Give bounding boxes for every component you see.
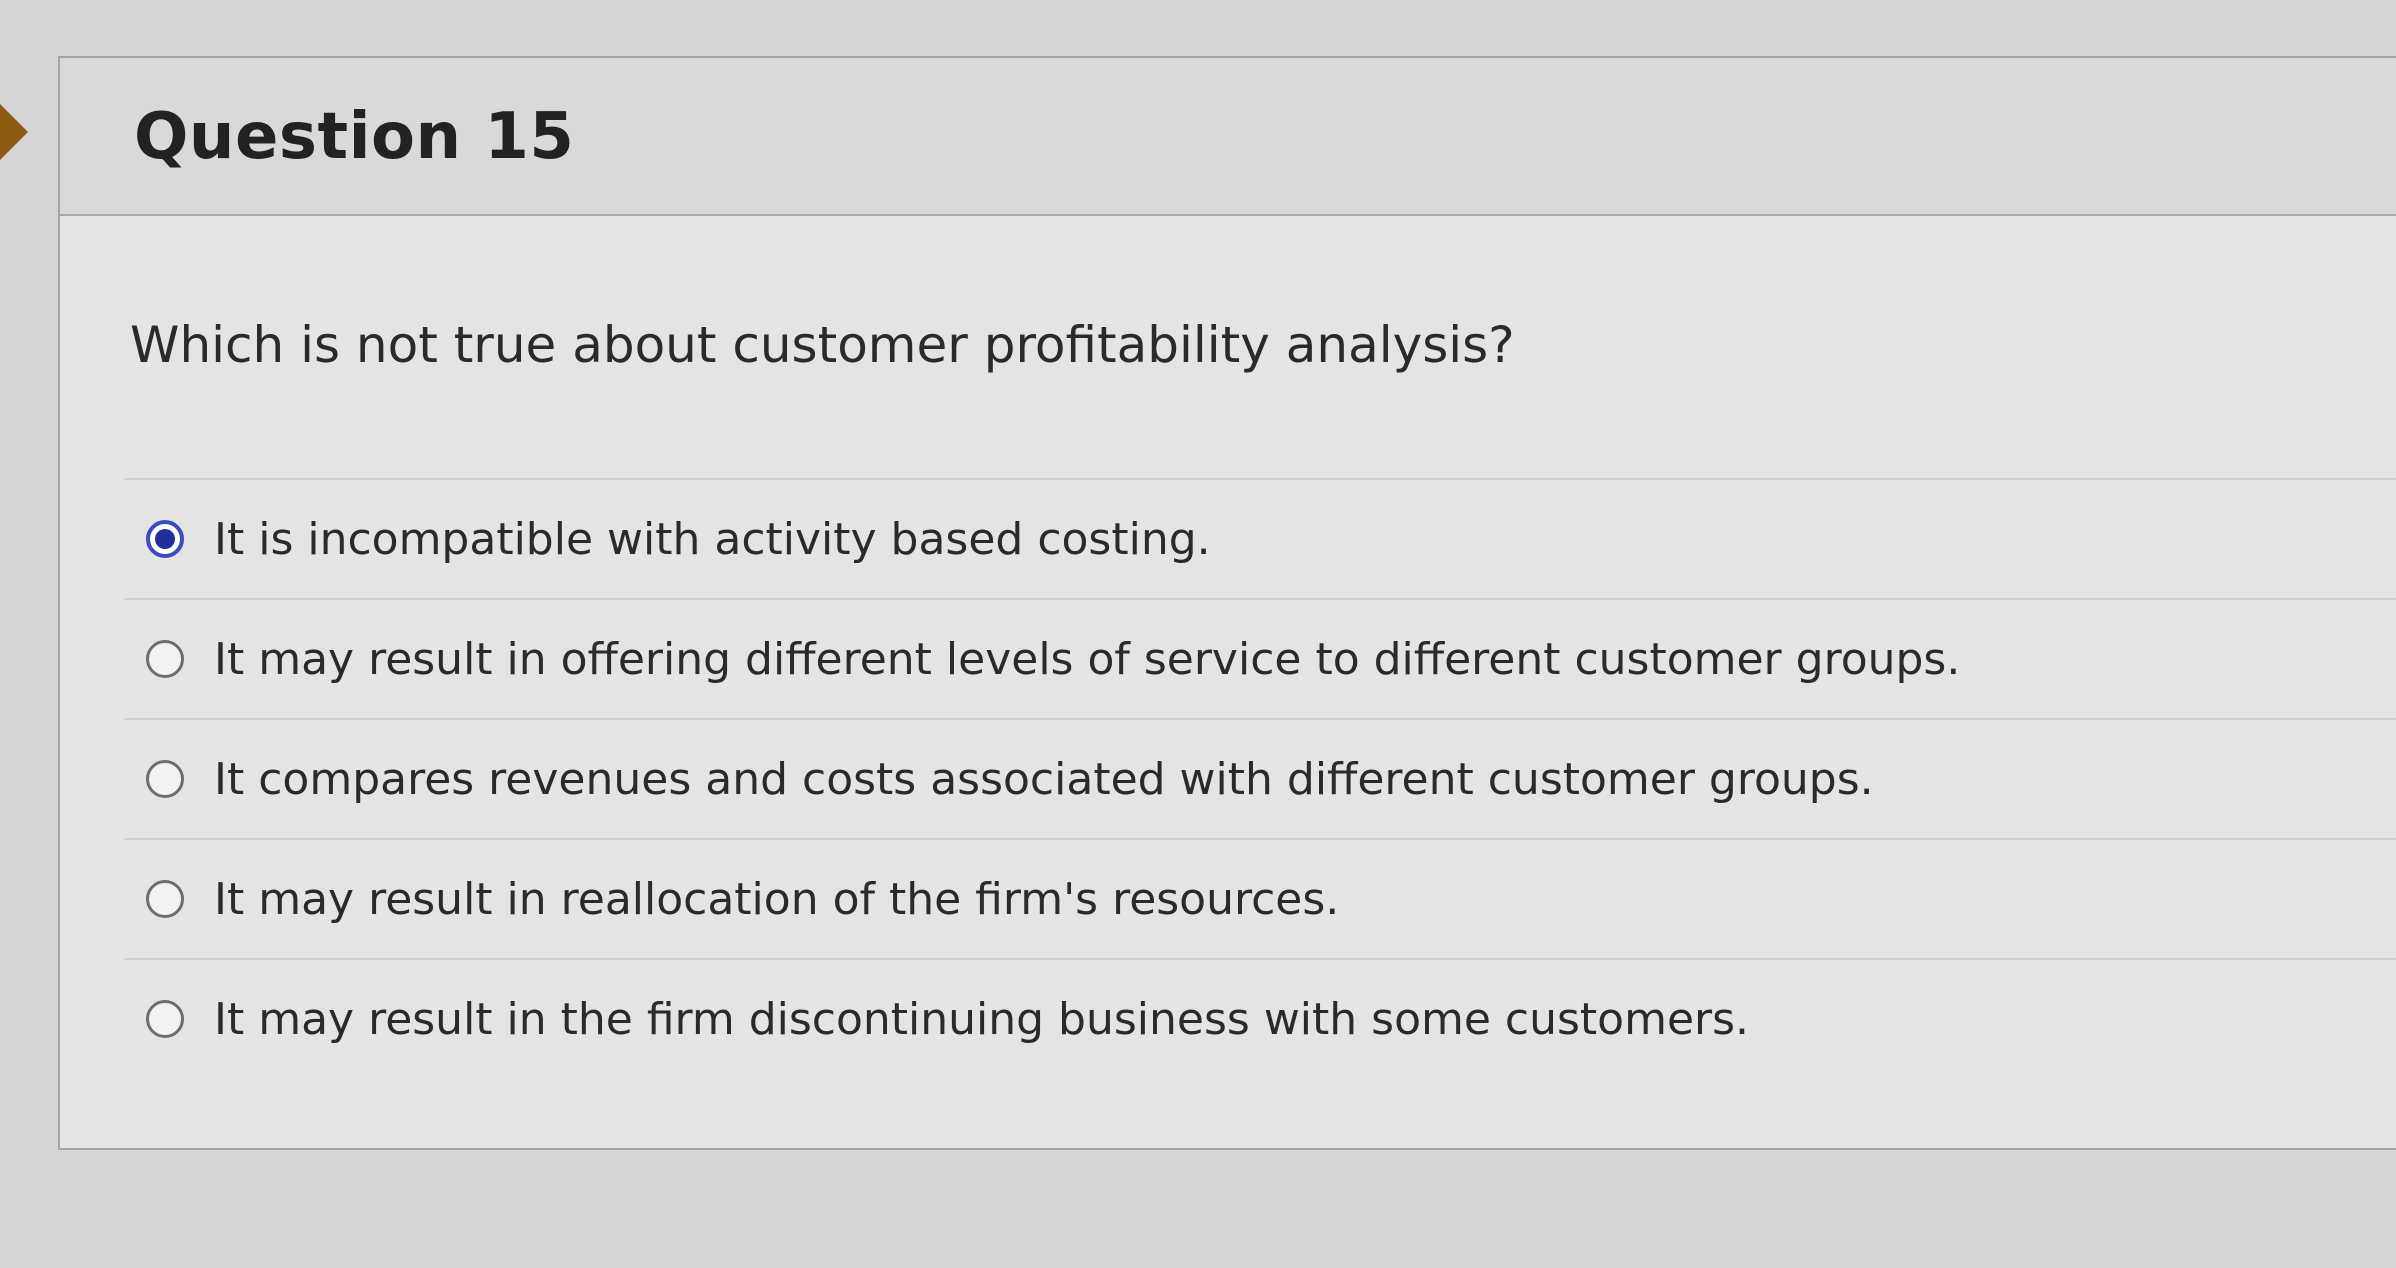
answer-option-3[interactable]: It compares revenues and costs associate…: [124, 718, 2396, 838]
radio-button[interactable]: [146, 640, 184, 678]
radio-button-selected[interactable]: [146, 520, 184, 558]
answer-option-2[interactable]: It may result in offering different leve…: [124, 598, 2396, 718]
answer-label: It compares revenues and costs associate…: [214, 753, 1874, 805]
radio-button[interactable]: [146, 760, 184, 798]
question-card: Question 15 Which is not true about cust…: [58, 56, 2396, 1150]
answer-label: It is incompatible with activity based c…: [214, 513, 1211, 565]
answer-label: It may result in the firm discontinuing …: [214, 993, 1750, 1045]
answer-option-1[interactable]: It is incompatible with activity based c…: [124, 478, 2396, 598]
radio-button[interactable]: [146, 880, 184, 918]
answer-label: It may result in offering different leve…: [214, 633, 1961, 685]
answer-list: It is incompatible with activity based c…: [124, 478, 2396, 1078]
radio-button[interactable]: [146, 1000, 184, 1038]
question-title: Question 15: [134, 100, 575, 174]
question-header: Question 15: [60, 58, 2396, 216]
answer-option-4[interactable]: It may result in reallocation of the fir…: [124, 838, 2396, 958]
question-prompt: Which is not true about customer profita…: [130, 316, 1515, 374]
question-flag-icon[interactable]: [0, 104, 28, 160]
answer-label: It may result in reallocation of the fir…: [214, 873, 1340, 925]
answer-option-5[interactable]: It may result in the firm discontinuing …: [124, 958, 2396, 1078]
